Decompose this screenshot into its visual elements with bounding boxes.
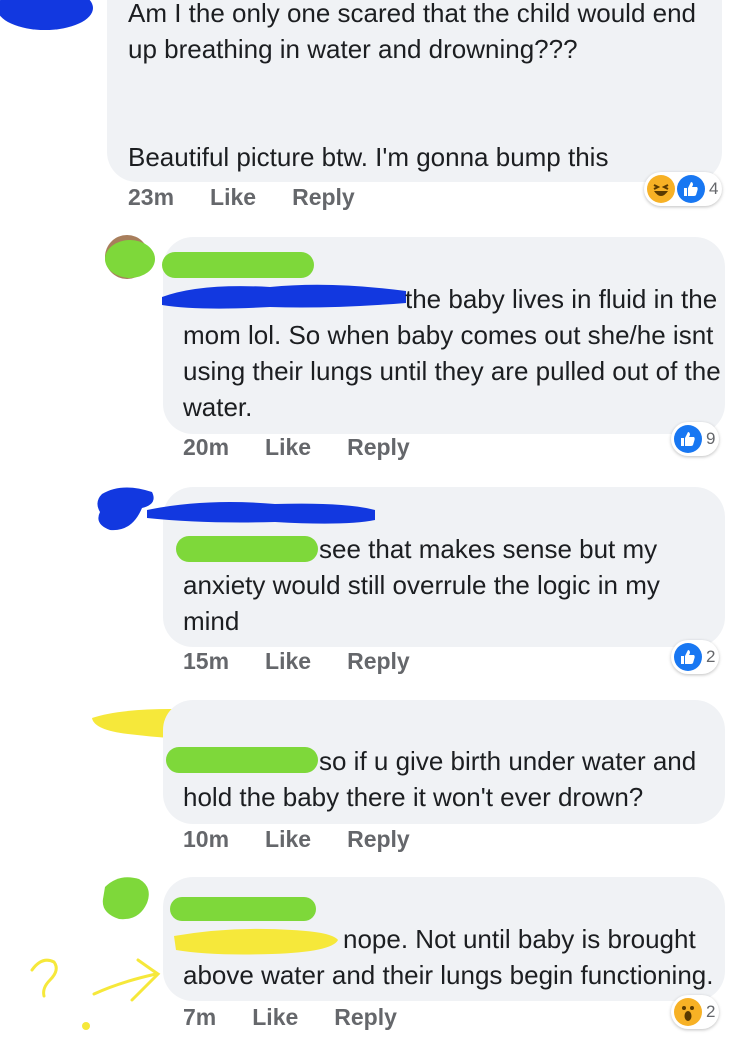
reply-link[interactable]: Reply: [334, 1004, 397, 1031]
comment-time[interactable]: 15m: [183, 648, 229, 675]
avatar[interactable]: [97, 873, 155, 923]
reaction-count: 2: [706, 1002, 716, 1021]
reaction-summary[interactable]: 2: [671, 640, 720, 674]
comment-time[interactable]: 23m: [128, 184, 174, 211]
like-link[interactable]: Like: [252, 1004, 298, 1031]
reaction-count: 2: [706, 647, 716, 666]
reply-link[interactable]: Reply: [347, 826, 410, 853]
redacted-avatar[interactable]: [0, 0, 95, 32]
haha-icon: [647, 175, 675, 203]
like-icon: [674, 643, 702, 671]
reply-link[interactable]: Reply: [347, 434, 410, 461]
comment-text: the baby lives in fluid in the mom lol. …: [183, 284, 721, 422]
redacted-name: [145, 494, 380, 530]
reaction-summary[interactable]: 4: [644, 172, 723, 206]
comment-text: Am I the only one scared that the child …: [128, 0, 697, 172]
reaction-summary[interactable]: 2: [671, 995, 720, 1029]
like-link[interactable]: Like: [265, 826, 311, 853]
comment-meta: 23m Like Reply: [128, 184, 355, 211]
comment-time[interactable]: 7m: [183, 1004, 216, 1031]
reaction-count: 9: [706, 429, 716, 448]
comment-meta: 7m Like Reply: [183, 1004, 397, 1031]
redacted-name: [162, 250, 317, 280]
like-icon: [677, 175, 705, 203]
comment-meta: 20m Like Reply: [183, 434, 410, 461]
like-icon: [674, 425, 702, 453]
comment-time[interactable]: 20m: [183, 434, 229, 461]
comment-meta: 10m Like Reply: [183, 826, 410, 853]
like-link[interactable]: Like: [265, 648, 311, 675]
like-link[interactable]: Like: [265, 434, 311, 461]
scribble-annotation: [20, 948, 170, 1033]
comment-text: see that makes sense but my anxiety woul…: [183, 534, 660, 636]
wow-icon: [674, 998, 702, 1026]
reply-link[interactable]: Reply: [292, 184, 355, 211]
reply-link[interactable]: Reply: [347, 648, 410, 675]
comment-time[interactable]: 10m: [183, 826, 229, 853]
avatar[interactable]: [103, 235, 155, 281]
reaction-summary[interactable]: 9: [671, 422, 720, 456]
like-link[interactable]: Like: [210, 184, 256, 211]
comment-text: so if u give birth under water and hold …: [183, 746, 697, 812]
reaction-count: 4: [709, 179, 719, 198]
comment-meta: 15m Like Reply: [183, 648, 410, 675]
comment-text: nope. Not until baby is brought above wa…: [183, 924, 714, 990]
